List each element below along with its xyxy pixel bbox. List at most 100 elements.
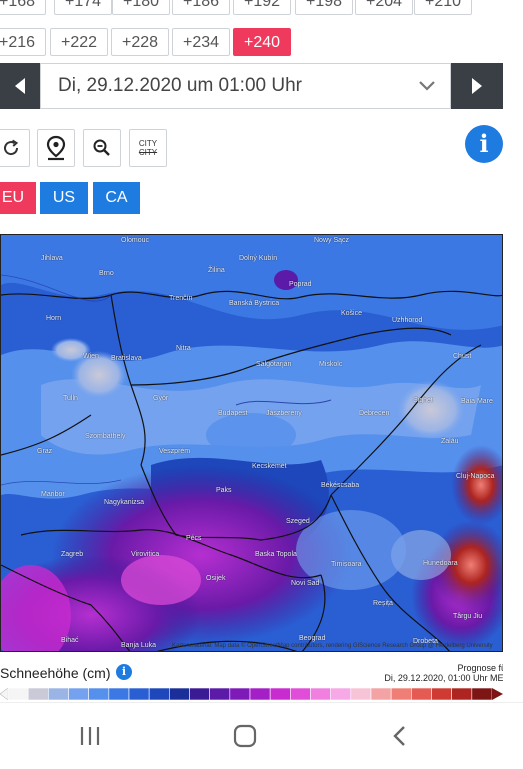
city-toggle-button[interactable]: CITY CITY <box>129 129 167 167</box>
location-button[interactable] <box>37 129 75 167</box>
city-label: Békéscsaba <box>321 482 360 489</box>
hour-button-plus-216[interactable]: +216 <box>0 28 46 56</box>
hour-button-plus-186[interactable]: +186 <box>172 0 230 15</box>
city-label: Košice <box>341 310 363 317</box>
scale-swatch <box>310 687 331 701</box>
next-date-button[interactable] <box>451 63 503 109</box>
scale-swatch <box>249 687 271 701</box>
hour-button-plus-168[interactable]: +168 <box>0 0 46 15</box>
snow-depth-map[interactable]: Olomouc Nowy Sącz Jihlava Žilina Poprad Dolný… <box>0 234 503 652</box>
hour-button-plus-204[interactable]: +204 <box>355 0 413 15</box>
map-attribution: Kartenmaterial: Map data © OpenStreetMap… <box>172 643 493 649</box>
hour-button-plus-228[interactable]: +228 <box>111 28 169 56</box>
hour-button-plus-198[interactable]: +198 <box>295 0 353 15</box>
date-bar: Di, 29.12.2020 um 01:00 Uhr <box>0 63 503 109</box>
date-value: Di, 29.12.2020 um 01:00 Uhr <box>58 75 302 96</box>
city-label: Sighet <box>413 397 433 404</box>
city-label: Jihlava <box>41 255 63 262</box>
scroll-gutter <box>503 0 523 702</box>
city-label: Brno <box>99 270 114 277</box>
city-label: Baska Topola <box>255 551 297 558</box>
region-tab-eu[interactable]: EU <box>0 182 36 214</box>
scale-swatch <box>68 687 89 701</box>
recent-apps-button[interactable] <box>70 721 110 751</box>
hour-button-plus-234[interactable]: +234 <box>172 28 230 56</box>
back-icon <box>393 726 405 746</box>
city-label: Reșița <box>373 600 393 607</box>
city-label: Nitra <box>176 345 191 352</box>
city-label: Zalău <box>441 438 459 445</box>
city-label: Nowy Sącz <box>314 237 350 244</box>
scale-swatch <box>290 687 311 701</box>
scale-swatch <box>451 687 473 701</box>
city-label: Salgótarján <box>256 361 292 368</box>
city-label: Bihać <box>61 637 79 644</box>
city-label: Bratislava <box>111 355 142 362</box>
hour-button-plus-192[interactable]: +192 <box>233 0 291 15</box>
city-label: Osijek <box>206 575 226 582</box>
city-label: Poprad <box>289 281 312 288</box>
hour-button-plus-174[interactable]: +174 <box>54 0 112 15</box>
city-label: Novi Sad <box>291 580 320 587</box>
hour-button-plus-210[interactable]: +210 <box>414 0 472 15</box>
scale-swatch <box>209 687 231 701</box>
city-label: Baia Mare <box>461 398 493 405</box>
region-tab-us[interactable]: US <box>40 182 88 214</box>
refresh-button[interactable] <box>0 129 30 167</box>
refresh-icon <box>4 139 19 156</box>
scale-swatch <box>370 687 392 701</box>
recent-apps-icon <box>80 727 100 745</box>
scale-swatch <box>88 687 110 701</box>
forecast-line1: Prognose für <box>457 663 509 673</box>
back-button[interactable] <box>380 721 420 751</box>
scale-swatch <box>148 687 170 701</box>
city-label: Chust <box>453 353 472 360</box>
caret-right-icon <box>472 78 482 94</box>
city-label: Žilina <box>208 267 225 274</box>
scale-swatch <box>269 687 291 701</box>
info-icon: i <box>479 129 489 158</box>
city-label-struck: CITY <box>138 148 158 157</box>
hour-button-plus-240[interactable]: +240 <box>233 28 291 56</box>
forecast-line2: Di, 29.12.2020, 01:00 Uhr MEZ <box>384 673 509 683</box>
city-label: Graz <box>37 448 53 455</box>
hour-button-plus-180[interactable]: +180 <box>112 0 170 15</box>
city-label: Dolný Kubín <box>239 255 278 262</box>
scale-swatch <box>7 687 29 701</box>
city-label: Budapest <box>218 410 248 417</box>
city-label: Târgu Jiu <box>453 613 483 620</box>
home-button[interactable] <box>225 721 265 751</box>
scale-swatch <box>471 687 493 701</box>
city-label: Tulln <box>63 395 78 402</box>
city-label: Banská Bystrica <box>229 300 280 307</box>
scale-swatch <box>390 687 412 701</box>
city-label: Trenčín <box>169 295 193 302</box>
scale-swatch <box>128 687 150 701</box>
city-label: Szombathely <box>85 433 126 440</box>
prev-date-button[interactable] <box>0 63 40 109</box>
city-label: Zagreb <box>61 551 84 558</box>
hour-button-plus-222[interactable]: +222 <box>50 28 108 56</box>
home-icon <box>233 724 257 748</box>
scale-swatch <box>169 687 190 701</box>
scale-swatch <box>48 687 69 701</box>
color-scale-bar <box>0 687 503 701</box>
zoom-out-button[interactable] <box>83 129 121 167</box>
info-button[interactable]: i <box>465 125 503 163</box>
city-label: Jászberény <box>266 410 302 417</box>
city-label: Pécs <box>186 535 202 542</box>
city-label: Banja Luka <box>121 642 157 649</box>
chevron-down-icon <box>418 64 436 124</box>
city-label: Maribor <box>41 491 65 498</box>
city-label: Olomouc <box>121 237 150 244</box>
scale-swatch <box>189 687 210 701</box>
scale-swatch <box>108 687 130 701</box>
legend-info-button[interactable]: i <box>116 664 132 680</box>
region-tab-ca[interactable]: CA <box>93 182 140 214</box>
city-label: Beograd <box>299 635 326 642</box>
city-label: Virovitica <box>131 551 160 558</box>
date-select[interactable]: Di, 29.12.2020 um 01:00 Uhr <box>40 63 451 109</box>
forecast-label: Prognose für Di, 29.12.2020, 01:00 Uhr M… <box>384 663 509 683</box>
city-label: Horn <box>46 315 62 322</box>
city-label: Kecskemét <box>252 463 287 470</box>
